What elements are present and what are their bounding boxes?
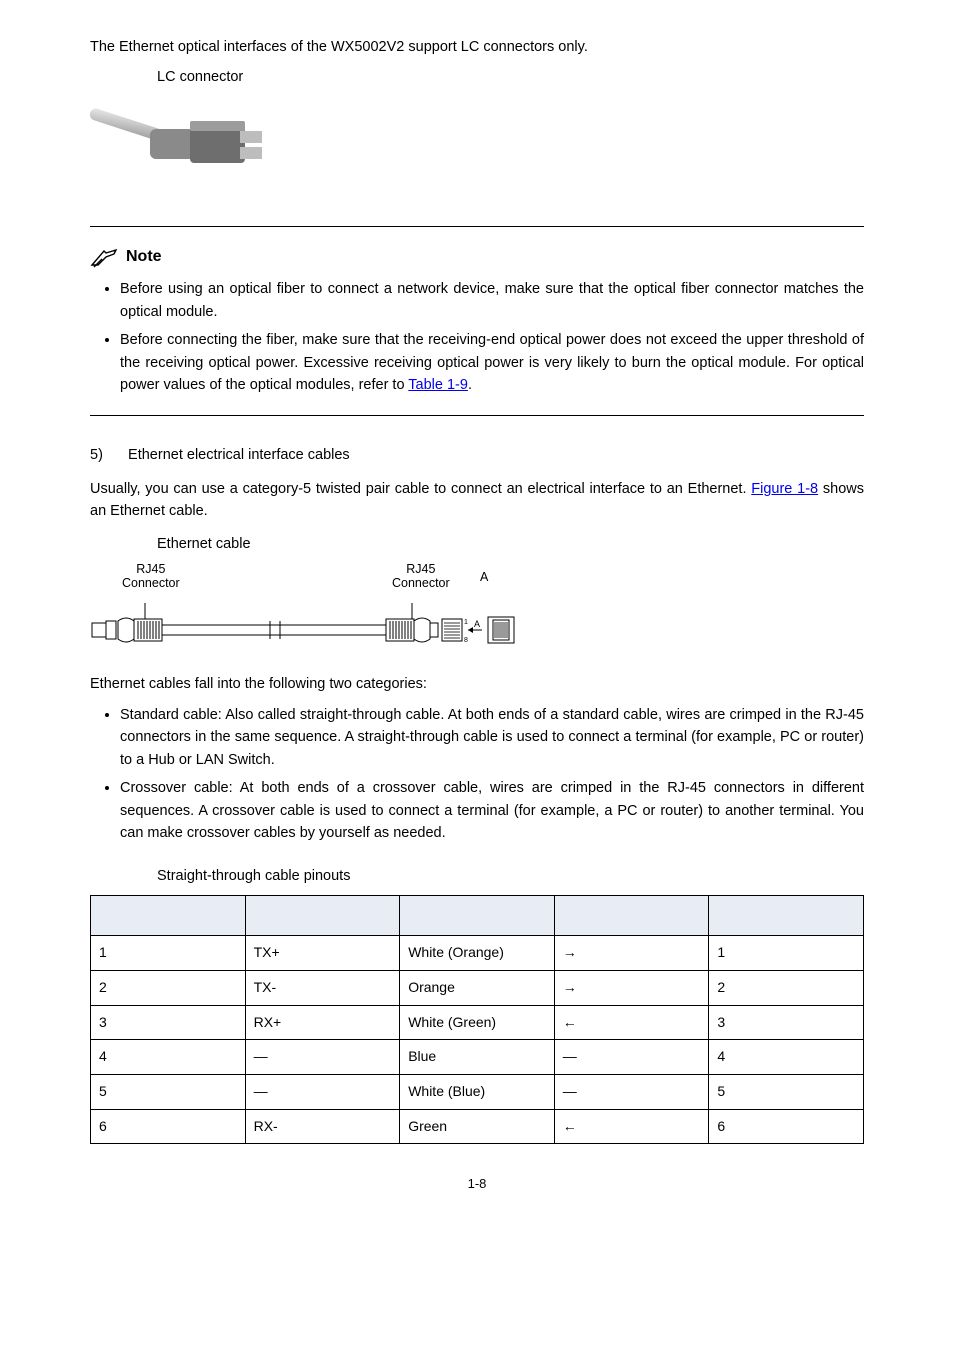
table-cell: 4	[709, 1040, 864, 1075]
svg-text:A: A	[474, 619, 480, 629]
note-2-before: Before connecting the fiber, make sure t…	[120, 332, 864, 393]
table-cell: 5	[709, 1074, 864, 1109]
figure-1-8-link[interactable]: Figure 1-8	[751, 481, 818, 497]
note-icon	[90, 247, 120, 269]
categories-intro: Ethernet cables fall into the following …	[90, 673, 864, 695]
th-4	[554, 896, 709, 936]
svg-text:1: 1	[464, 619, 468, 626]
th-3	[400, 896, 555, 936]
table-cell: —	[554, 1040, 709, 1075]
table-row: 3RX+White (Green)←3	[91, 1005, 864, 1040]
table-cell: White (Blue)	[400, 1074, 555, 1109]
th-5	[709, 896, 864, 936]
note-2-after: .	[468, 377, 472, 393]
table-cell: ←	[554, 1005, 709, 1040]
table-cell: RX+	[245, 1005, 400, 1040]
step5-number: 5)	[90, 444, 124, 466]
svg-text:8: 8	[464, 637, 468, 644]
lc-connector-figure	[90, 99, 864, 206]
usually-paragraph: Usually, you can use a category-5 twiste…	[90, 478, 864, 523]
note-item-1: Before using an optical fiber to connect…	[120, 278, 864, 323]
table-cell: 1	[709, 936, 864, 971]
note-header: Note	[90, 245, 864, 270]
table-cell: Green	[400, 1109, 555, 1144]
th-2	[245, 896, 400, 936]
table-cell: White (Green)	[400, 1005, 555, 1040]
figure8-caption: Ethernet cable	[157, 533, 864, 555]
rj45-label-right: RJ45Connector	[392, 563, 450, 591]
note-list: Before using an optical fiber to connect…	[90, 278, 864, 396]
usually-before: Usually, you can use a category-5 twiste…	[90, 481, 751, 497]
cable-type-crossover: Crossover cable: At both ends of a cross…	[120, 777, 864, 844]
table-cell: 1	[91, 936, 246, 971]
table-row: 4—Blue—4	[91, 1040, 864, 1075]
table-1-9-link[interactable]: Table 1-9	[408, 377, 468, 393]
table-row: 5—White (Blue)—5	[91, 1074, 864, 1109]
cable-type-list: Standard cable: Also called straight-thr…	[90, 704, 864, 845]
table-cell: 2	[91, 970, 246, 1005]
note-1-text: Before using an optical fiber to connect…	[120, 281, 864, 319]
table-cell: 3	[91, 1005, 246, 1040]
table-cell: →	[554, 970, 709, 1005]
step5-heading: 5) Ethernet electrical interface cables	[90, 444, 864, 466]
table-cell: TX+	[245, 936, 400, 971]
table-cell: —	[245, 1040, 400, 1075]
side-a-label: A	[480, 571, 488, 585]
table-cell: 4	[91, 1040, 246, 1075]
divider-top	[90, 226, 864, 227]
table-cell: TX-	[245, 970, 400, 1005]
page-number: 1-8	[90, 1174, 864, 1194]
cable-type-standard: Standard cable: Also called straight-thr…	[120, 704, 864, 771]
ethernet-cable-figure: RJ45Connector RJ45Connector A	[90, 563, 864, 653]
table-cell: →	[554, 936, 709, 971]
table-header-row	[91, 896, 864, 936]
rj45-label-left: RJ45Connector	[122, 563, 180, 591]
note-label: Note	[126, 245, 162, 270]
pinout-table: 1TX+White (Orange)→12TX-Orange→23RX+Whit…	[90, 895, 864, 1144]
table-cell: Blue	[400, 1040, 555, 1075]
table-cell: 6	[709, 1109, 864, 1144]
table-row: 2TX-Orange→2	[91, 970, 864, 1005]
table-cell: 6	[91, 1109, 246, 1144]
table-cell: Orange	[400, 970, 555, 1005]
table-cell: —	[245, 1074, 400, 1109]
divider-bottom	[90, 415, 864, 416]
table-row: 6RX-Green←6	[91, 1109, 864, 1144]
table-row: 1TX+White (Orange)→1	[91, 936, 864, 971]
step5-title: Ethernet electrical interface cables	[128, 447, 350, 463]
table-cell: White (Orange)	[400, 936, 555, 971]
lc-connector-image	[90, 99, 270, 199]
table-cell: ←	[554, 1109, 709, 1144]
table-title: Straight-through cable pinouts	[157, 865, 864, 887]
note-item-2: Before connecting the fiber, make sure t…	[120, 329, 864, 396]
figure7-caption: LC connector	[157, 66, 864, 88]
table-cell: RX-	[245, 1109, 400, 1144]
table-cell: 2	[709, 970, 864, 1005]
table-cell: 5	[91, 1074, 246, 1109]
intro-line: The Ethernet optical interfaces of the W…	[90, 36, 864, 58]
table-cell: 3	[709, 1005, 864, 1040]
table-cell: —	[554, 1074, 709, 1109]
ethernet-cable-svg: 1 8 A	[90, 603, 520, 653]
th-1	[91, 896, 246, 936]
